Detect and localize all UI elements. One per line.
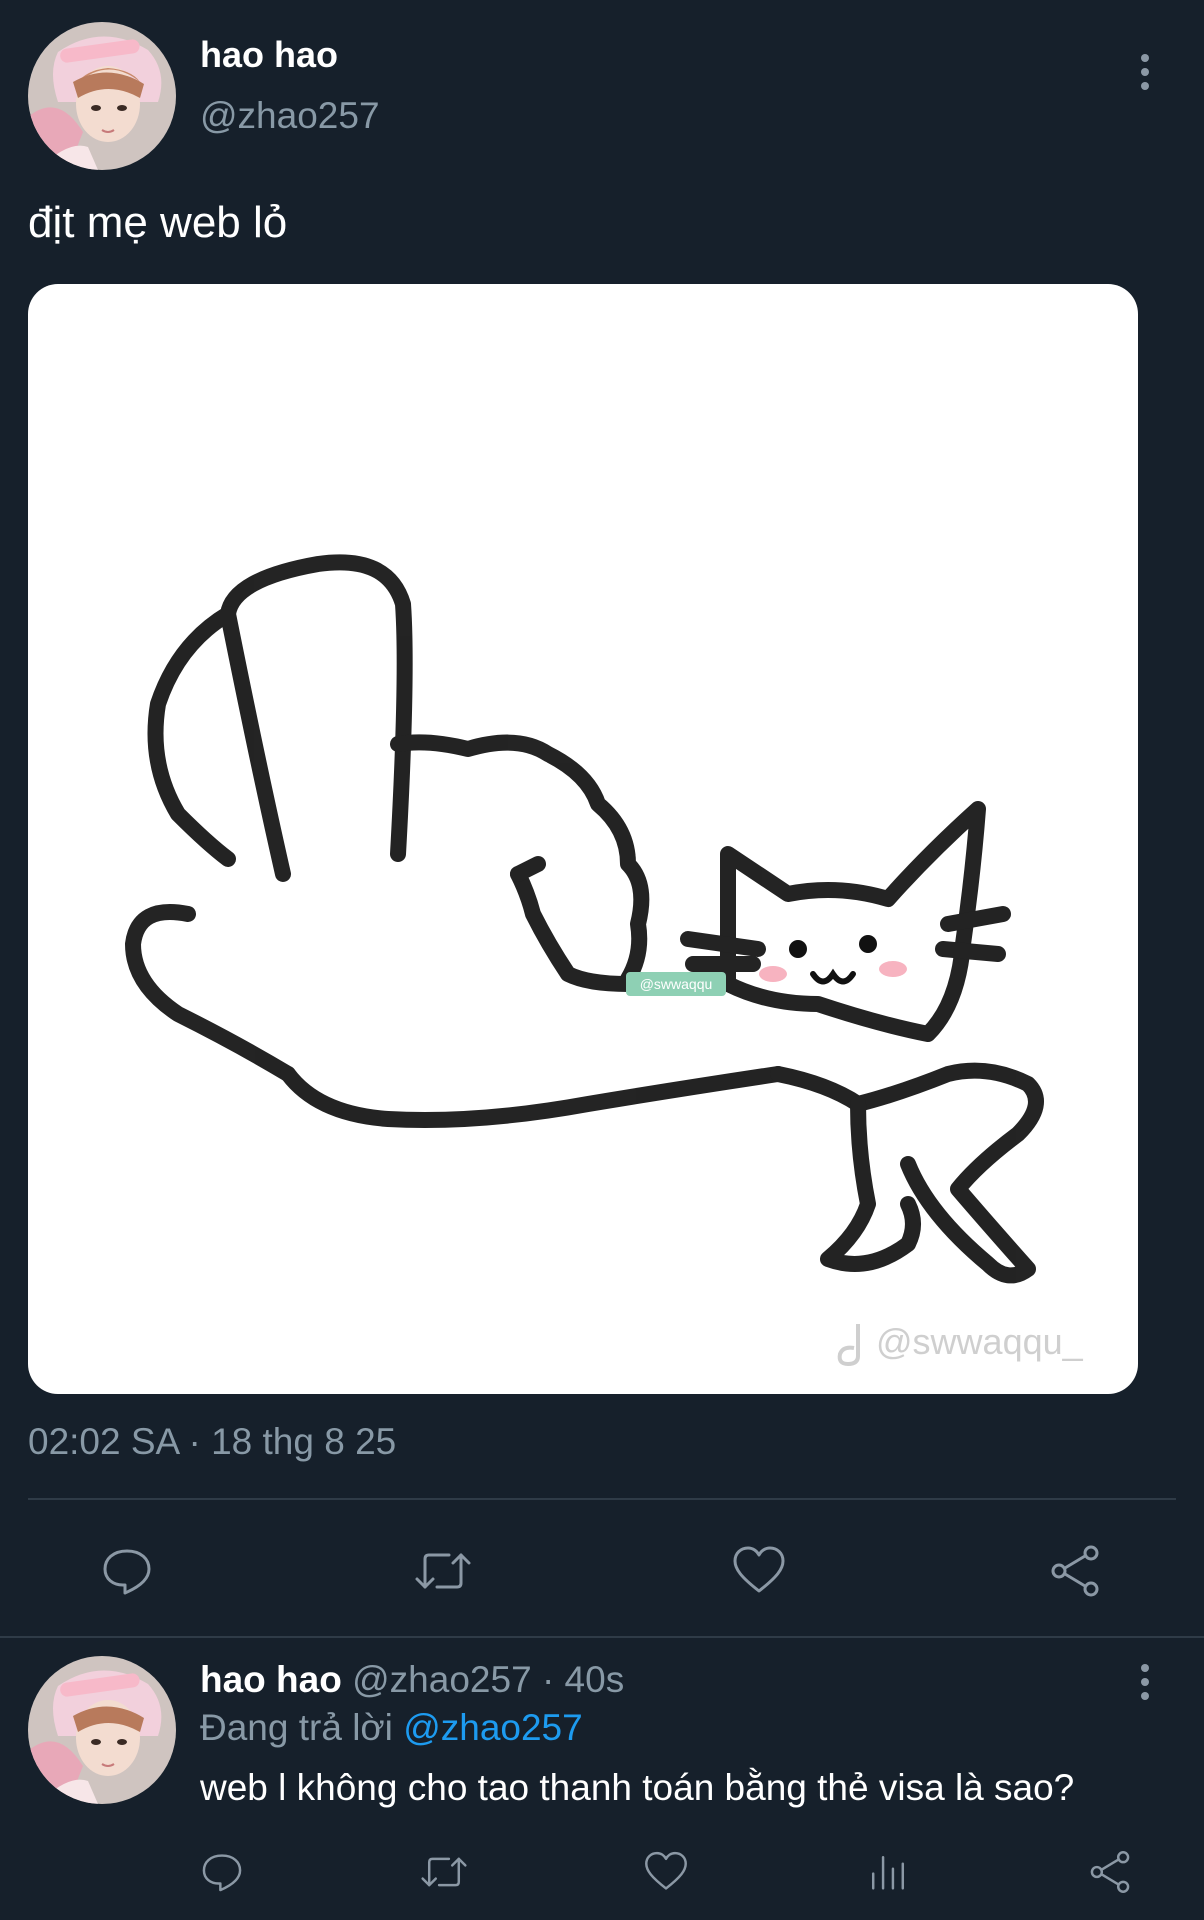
reply-heart-icon[interactable]	[640, 1846, 692, 1898]
image-watermark-small: @swwaqqu	[640, 976, 713, 992]
heart-icon[interactable]	[728, 1540, 790, 1602]
replying-to-link[interactable]: @zhao257	[403, 1707, 583, 1748]
reply-retweet-icon[interactable]	[418, 1846, 470, 1898]
section-divider	[0, 1636, 1204, 1638]
share-icon[interactable]	[1044, 1540, 1106, 1602]
reply-share-icon[interactable]	[1084, 1846, 1136, 1898]
reply-age: 40s	[564, 1659, 625, 1700]
avatar[interactable]	[28, 22, 176, 170]
reply-reply-icon[interactable]	[196, 1846, 248, 1898]
retweet-icon[interactable]	[412, 1540, 474, 1602]
handle[interactable]: @zhao257	[200, 94, 380, 138]
replying-to-prefix: Đang trả lời	[200, 1707, 393, 1748]
tweet-text: địt mẹ web lỏ	[28, 198, 288, 247]
more-options-icon[interactable]	[1130, 42, 1160, 102]
reply-more-options-icon[interactable]	[1130, 1652, 1160, 1712]
analytics-icon[interactable]	[862, 1846, 914, 1898]
reply-handle[interactable]: @zhao257	[352, 1659, 532, 1700]
reply-display-name[interactable]: hao hao	[200, 1659, 342, 1700]
reply-icon[interactable]	[96, 1540, 158, 1602]
image-watermark: @swwaqqu_	[876, 1321, 1084, 1362]
tweet-image[interactable]: @swwaqqu @swwaqqu_	[28, 284, 1138, 1394]
replying-to-line: Đang trả lời @zhao257	[200, 1706, 583, 1750]
reply-avatar[interactable]	[28, 1656, 176, 1804]
reply-header: hao hao @zhao257 · 40s	[200, 1658, 624, 1702]
reply-text: web l không cho tao thanh toán bằng thẻ …	[200, 1767, 1075, 1808]
divider	[28, 1498, 1176, 1500]
display-name[interactable]: hao hao	[200, 33, 338, 77]
reply-time-separator: ·	[541, 1659, 555, 1700]
middle-finger-cat-drawing: @swwaqqu @swwaqqu_	[125, 554, 1084, 1367]
tweet-timestamp: 02:02 SA · 18 thg 8 25	[28, 1421, 397, 1462]
